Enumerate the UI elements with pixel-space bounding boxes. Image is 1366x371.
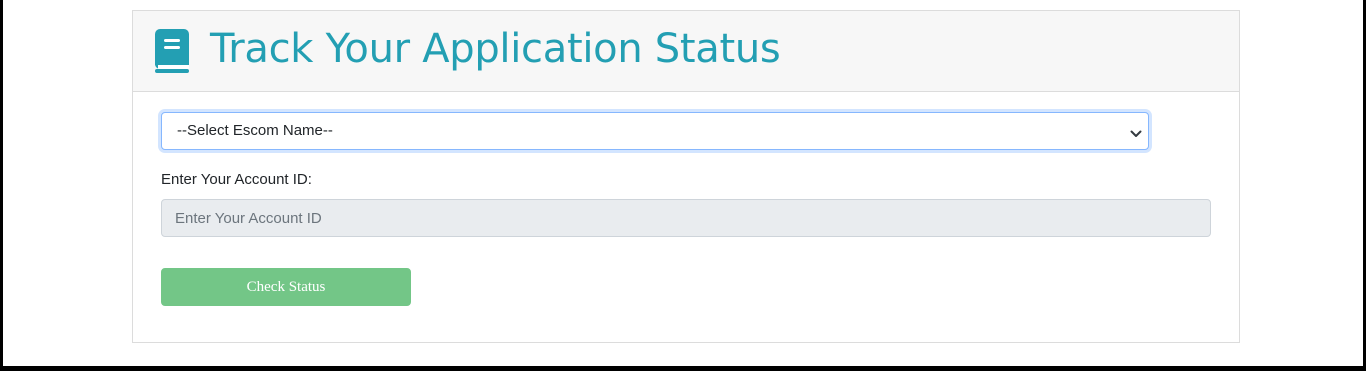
card-header: Track Your Application Status <box>133 11 1239 92</box>
check-status-button[interactable]: Check Status <box>161 268 411 306</box>
page-title: Track Your Application Status <box>210 26 781 72</box>
account-id-input[interactable] <box>161 199 1211 237</box>
escom-select-value: --Select Escom Name-- <box>177 122 333 139</box>
chevron-down-icon <box>1130 126 1142 137</box>
book-icon <box>153 29 191 73</box>
escom-select[interactable]: --Select Escom Name-- <box>161 112 1149 150</box>
page-frame: Track Your Application Status --Select E… <box>3 0 1363 366</box>
status-card: Track Your Application Status --Select E… <box>132 10 1240 343</box>
account-id-label: Enter Your Account ID: <box>161 171 312 188</box>
